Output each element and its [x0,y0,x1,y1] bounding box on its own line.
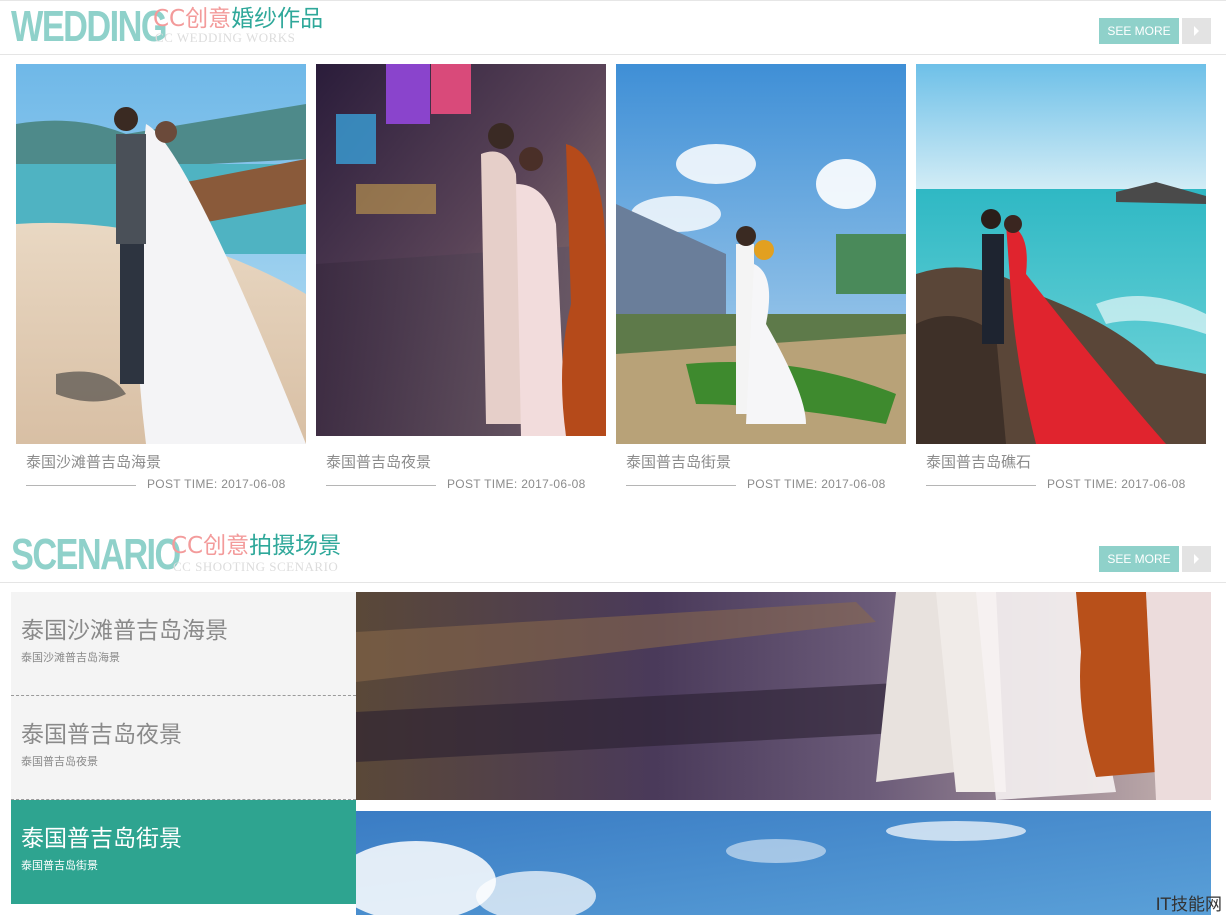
scenario-next-arrow-button[interactable] [1182,546,1211,572]
wedding-subtitle-en: CC WEDDING WORKS [155,30,296,45]
scenario-item-subtitle: 泰国普吉岛夜景 [21,755,98,768]
divider [26,485,136,486]
scenario-title-cn-brand: CC创意 [171,533,250,559]
beach-couple-photo[interactable] [16,64,306,444]
wedding-title-cn: CC创意婚纱作品 [153,6,323,32]
chevron-right-icon [1194,26,1199,36]
scenario-night-image[interactable] [356,592,1211,800]
card-title[interactable]: 泰国普吉岛礁石 [926,451,1031,472]
divider [326,485,436,486]
post-time: POST TIME: 2017-06-08 [1047,477,1186,491]
scenario-list: 泰国沙滩普吉岛海景 泰国沙滩普吉岛海景 泰国普吉岛夜景 泰国普吉岛夜景 泰国普吉… [11,592,376,904]
scenario-item-subtitle: 泰国普吉岛街景 [21,859,98,872]
scenario-item-title: 泰国普吉岛街景 [21,826,182,852]
night-street-couple-photo[interactable] [316,64,606,436]
scenario-item-subtitle: 泰国沙滩普吉岛海景 [21,651,120,664]
scenario-street-image[interactable] [356,811,1211,915]
card-title[interactable]: 泰国普吉岛夜景 [326,451,431,472]
scenario-subtitle-en: CC SHOOTING SCENARIO [173,559,339,574]
card-title[interactable]: 泰国普吉岛街景 [626,451,731,472]
post-time: POST TIME: 2017-06-08 [447,477,586,491]
wedding-next-arrow-button[interactable] [1182,18,1211,44]
rocks-red-dress-couple-photo[interactable] [916,64,1206,444]
scenario-item-title: 泰国普吉岛夜景 [21,722,182,748]
scenario-item-street[interactable]: 泰国普吉岛街景 泰国普吉岛街景 [11,800,376,904]
scenario-title-cn-main: 拍摄场景 [249,533,342,559]
chevron-right-icon [1194,554,1199,564]
wedding-title-cn-main: 婚纱作品 [231,6,324,32]
wedding-see-more-button[interactable]: SEE MORE [1099,18,1179,44]
wedding-section-header: WEDDING CC创意婚纱作品 CC WEDDING WORKS SEE MO… [0,0,1226,55]
scenario-item-night[interactable]: 泰国普吉岛夜景 泰国普吉岛夜景 [11,696,356,800]
scenario-title-en: SCENARIO [11,530,181,579]
wedding-title-en: WEDDING [11,2,168,51]
scenario-item-beach[interactable]: 泰国沙滩普吉岛海景 泰国沙滩普吉岛海景 [11,592,356,696]
post-time: POST TIME: 2017-06-08 [147,477,286,491]
site-watermark: IT技能网 [1155,895,1222,915]
divider [926,485,1036,486]
street-scene-couple-photo[interactable] [616,64,906,444]
wedding-title-cn-brand: CC创意 [153,6,232,32]
scenario-section-header: SCENARIO CC创意拍摄场景 CC SHOOTING SCENARIO S… [0,528,1226,583]
scenario-see-more-button[interactable]: SEE MORE [1099,546,1179,572]
divider [626,485,736,486]
scenario-item-title: 泰国沙滩普吉岛海景 [21,618,228,644]
card-title[interactable]: 泰国沙滩普吉岛海景 [26,451,161,472]
post-time: POST TIME: 2017-06-08 [747,477,886,491]
scenario-title-cn: CC创意拍摄场景 [171,533,341,559]
